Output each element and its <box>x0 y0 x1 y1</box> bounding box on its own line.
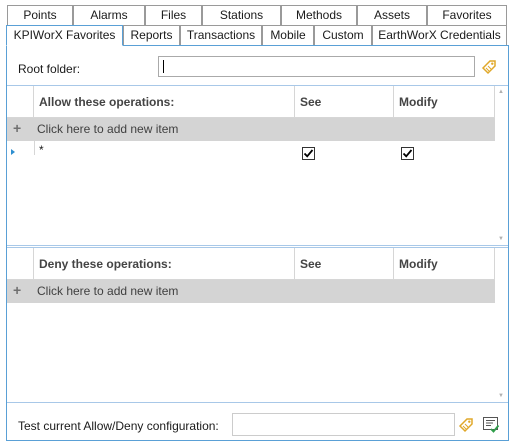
tab-earthworx-credentials[interactable]: EarthWorX Credentials <box>372 25 507 45</box>
allow-operations-grid: Allow these operations: See Modify + Cli… <box>7 85 508 246</box>
allow-grid-header: Allow these operations: See Modify <box>7 86 495 118</box>
deny-grid-scrollbar[interactable]: ▼ <box>496 248 508 402</box>
tab-stations[interactable]: Stations <box>202 5 281 25</box>
tab-files[interactable]: Files <box>145 5 202 25</box>
tab-points[interactable]: Points <box>7 5 73 25</box>
root-folder-label: Root folder: <box>18 62 81 76</box>
row-header-cell <box>7 248 34 280</box>
tab-assets[interactable]: Assets <box>357 5 427 25</box>
allow-operation-cell[interactable]: * <box>39 143 44 157</box>
allow-add-row[interactable]: + Click here to add new item <box>7 118 495 141</box>
tab-reports[interactable]: Reports <box>123 25 180 45</box>
tab-favorites[interactable]: Favorites <box>427 5 507 25</box>
deny-add-label: Click here to add new item <box>37 284 179 298</box>
checklist-icon[interactable] <box>482 416 500 434</box>
row-divider <box>34 141 35 155</box>
row-pointer-icon <box>11 149 15 155</box>
row-header-cell <box>7 86 34 118</box>
text-caret <box>163 60 164 73</box>
deny-operations-grid: Deny these operations: See Modify + Clic… <box>7 247 508 403</box>
allow-see-checkbox[interactable] <box>302 147 315 160</box>
tab-alarms[interactable]: Alarms <box>73 5 145 25</box>
tab-mobile[interactable]: Mobile <box>262 25 314 45</box>
plus-icon: + <box>13 282 22 298</box>
checkmark-icon <box>402 149 413 158</box>
deny-see-header[interactable]: See <box>295 248 394 280</box>
test-config-input[interactable] <box>232 413 455 436</box>
allow-modify-header[interactable]: Modify <box>394 86 495 118</box>
favorites-panel: Root folder: Allow these operations: See… <box>6 45 509 441</box>
tag-icon[interactable] <box>481 59 497 75</box>
tab-kpiworx-favorites[interactable]: KPIWorX Favorites <box>6 25 123 46</box>
allow-see-header[interactable]: See <box>295 86 394 118</box>
tag-icon[interactable] <box>458 417 474 433</box>
scroll-down-icon[interactable]: ▼ <box>498 393 504 399</box>
tab-custom[interactable]: Custom <box>314 25 372 45</box>
tab-transactions[interactable]: Transactions <box>180 25 262 45</box>
allow-add-label: Click here to add new item <box>37 122 179 136</box>
root-folder-input[interactable] <box>158 56 475 77</box>
allow-operations-header[interactable]: Allow these operations: <box>34 86 295 118</box>
scroll-up-icon[interactable]: ▲ <box>498 89 504 95</box>
tab-methods[interactable]: Methods <box>281 5 357 25</box>
checkmark-icon <box>303 149 314 158</box>
deny-add-row[interactable]: + Click here to add new item <box>7 280 495 303</box>
allow-grid-scrollbar[interactable]: ▲ ▼ <box>496 86 508 245</box>
deny-grid-header: Deny these operations: See Modify <box>7 248 495 280</box>
deny-operations-header[interactable]: Deny these operations: <box>34 248 295 280</box>
deny-modify-header[interactable]: Modify <box>394 248 495 280</box>
scroll-down-icon[interactable]: ▼ <box>498 236 504 242</box>
allow-modify-checkbox[interactable] <box>401 147 414 160</box>
plus-icon: + <box>13 120 22 136</box>
test-config-label: Test current Allow/Deny configuration: <box>18 419 219 433</box>
